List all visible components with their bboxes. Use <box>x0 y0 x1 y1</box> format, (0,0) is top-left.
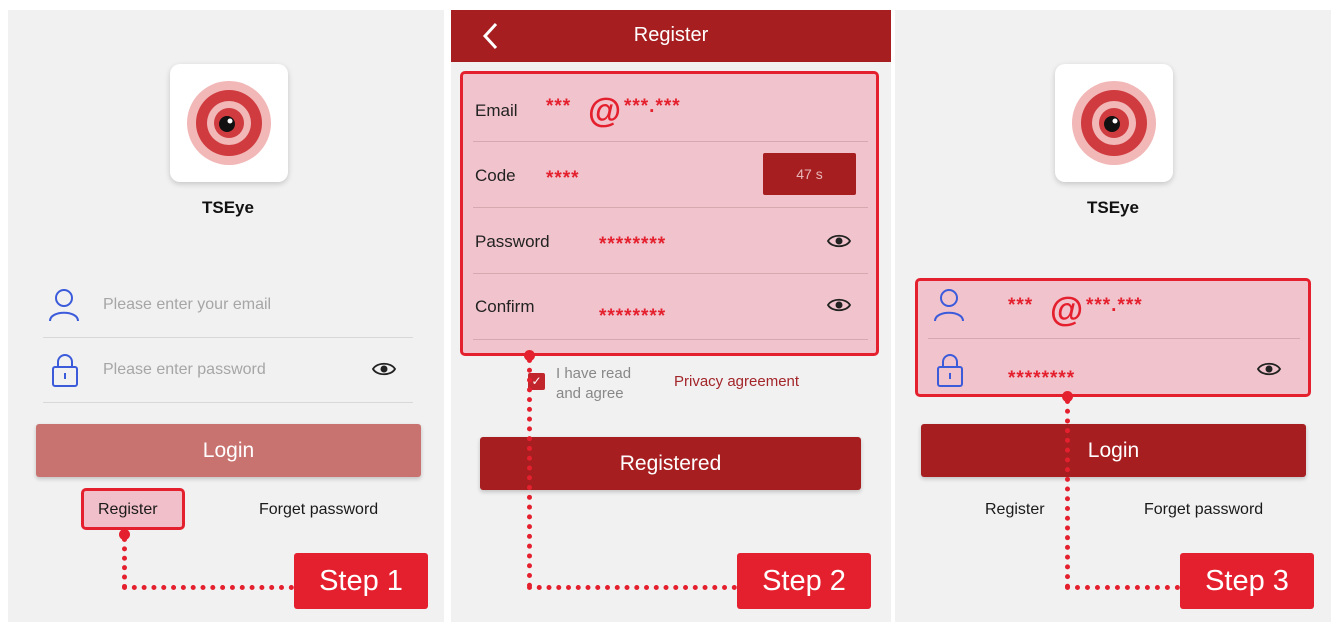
callout-line <box>1065 585 1180 590</box>
page-title: Register <box>633 24 709 46</box>
app-logo <box>1055 64 1173 182</box>
register-header: Register <box>451 10 891 62</box>
email-value[interactable]: *** <box>546 96 571 118</box>
callout-line <box>527 585 737 590</box>
login-button[interactable]: Login <box>36 424 421 477</box>
privacy-agreement-link[interactable]: Privacy agreement <box>674 373 799 390</box>
password-label: Password <box>475 232 550 251</box>
email-value[interactable]: *** <box>1008 295 1033 317</box>
eye-logo-icon <box>187 81 271 165</box>
eye-toggle-icon[interactable] <box>1257 361 1281 377</box>
email-at: @ <box>588 92 622 130</box>
divider <box>473 339 868 340</box>
callout-line <box>527 358 532 588</box>
divider <box>473 273 868 274</box>
callout-line <box>122 585 294 590</box>
divider <box>43 337 413 338</box>
step-badge: Step 2 <box>737 553 871 609</box>
callout-line <box>122 537 127 589</box>
agree-text-line2: and agree <box>556 385 624 402</box>
user-icon <box>934 289 964 322</box>
user-icon <box>49 289 79 322</box>
step-badge: Step 1 <box>294 553 428 609</box>
password-input[interactable]: Please enter password <box>103 361 266 379</box>
callout-line <box>1065 399 1070 589</box>
register-link[interactable]: Register <box>98 501 158 519</box>
email-at: @ <box>1050 291 1084 329</box>
divider <box>43 402 413 403</box>
eye-toggle-icon[interactable] <box>827 233 851 249</box>
email-domain: ***.*** <box>624 96 681 117</box>
forget-password-link[interactable]: Forget password <box>1144 501 1263 519</box>
password-value[interactable]: ******** <box>599 234 666 256</box>
app-logo <box>170 64 288 182</box>
registered-button[interactable]: Registered <box>480 437 861 490</box>
eye-toggle-icon[interactable] <box>372 361 396 377</box>
app-name: TSEye <box>202 198 254 217</box>
password-value[interactable]: ******** <box>1008 368 1075 390</box>
step-badge: Step 3 <box>1180 553 1314 609</box>
lock-icon <box>52 354 78 387</box>
divider <box>473 207 868 208</box>
confirm-value[interactable]: ******** <box>599 306 666 328</box>
forget-password-link[interactable]: Forget password <box>259 501 378 519</box>
register-link[interactable]: Register <box>985 501 1045 519</box>
code-countdown-button[interactable]: 47 s <box>763 153 856 195</box>
agree-text-line1: I have read <box>556 365 632 382</box>
code-value[interactable]: **** <box>546 168 580 190</box>
lock-icon <box>937 354 963 387</box>
eye-toggle-icon[interactable] <box>827 297 851 313</box>
code-label: Code <box>475 166 516 185</box>
divider <box>473 141 868 142</box>
email-domain: ***.*** <box>1086 295 1143 316</box>
login-button[interactable]: Login <box>921 424 1306 477</box>
email-label: Email <box>475 101 518 120</box>
confirm-label: Confirm <box>475 297 535 316</box>
eye-logo-icon <box>1072 81 1156 165</box>
app-name: TSEye <box>1087 198 1139 217</box>
email-input[interactable]: Please enter your email <box>103 296 271 314</box>
divider <box>928 338 1300 339</box>
